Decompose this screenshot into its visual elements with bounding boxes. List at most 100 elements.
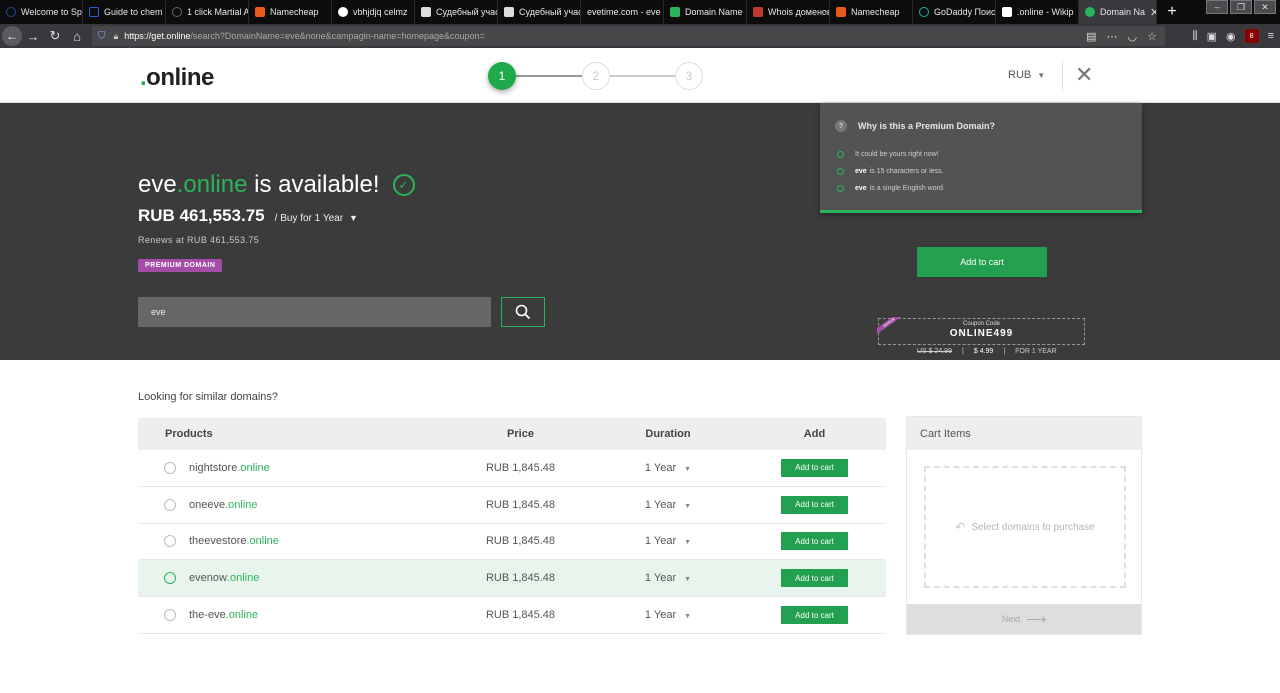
browser-tab-strip: Welcome to Sp Guide to chem 1 click Mart… <box>0 0 1280 24</box>
duration-select[interactable]: 1 Year ▼ <box>593 609 743 621</box>
caret-down-icon: ▼ <box>684 465 692 473</box>
row-add-to-cart-button[interactable]: Add to cart <box>781 532 848 551</box>
table-row[interactable]: nightstore .online RUB 1,845.48 1 Year ▼ A… <box>138 450 886 487</box>
browser-tab[interactable]: Domain Name <box>664 0 747 24</box>
tab-favicon-icon <box>504 7 514 17</box>
domain-search-input[interactable]: eve <box>138 297 491 327</box>
browser-tab[interactable]: vbhjdjq celmz <box>332 0 415 24</box>
cart-empty-text: Select domains to purchase <box>971 521 1095 533</box>
premium-price: RUB 461,553.75 / Buy for 1 Year ▼ <box>138 206 358 225</box>
table-header: Products Price Duration Add <box>138 418 886 450</box>
row-price: RUB 1,845.48 <box>485 461 556 474</box>
browser-tab[interactable]: Судебный учас <box>415 0 498 24</box>
browser-tab[interactable]: Whois доменов <box>747 0 830 24</box>
browser-tab-active[interactable]: Domain Na✕ <box>1079 0 1157 24</box>
duration-select[interactable]: 1 Year ▼ <box>593 499 743 511</box>
coupon-pricing: US $ 24.99 | $ 4.99 | FOR 1 YEAR <box>917 348 1057 355</box>
home-icon[interactable]: ⌂ <box>66 29 88 44</box>
url-bar[interactable]: ⛉ 🔒︎ https://get.online /search?DomainNa… <box>92 26 1165 46</box>
table-row[interactable]: theevestore .online RUB 1,845.48 1 Year ▼ … <box>138 524 886 561</box>
pocket-icon[interactable]: ◡ <box>1128 30 1138 43</box>
browser-tab[interactable]: Welcome to Sp <box>0 0 83 24</box>
caret-down-icon: ▼ <box>1037 71 1046 80</box>
window-controls: – ❐ ✕ <box>1206 0 1276 14</box>
select-radio[interactable] <box>164 461 176 474</box>
step-connector <box>610 75 675 77</box>
tab-favicon-icon <box>1002 7 1012 17</box>
account-icon[interactable]: ◉ <box>1226 30 1236 43</box>
caret-down-icon: ▼ <box>684 613 692 621</box>
cart-empty-area: ↶ Select domains to purchase <box>924 466 1126 588</box>
arrow-right-icon: ⟶ <box>1026 610 1047 627</box>
similar-domains-title: Looking for similar domains? <box>138 391 279 403</box>
duration-select[interactable]: 1 Year ▼ <box>593 462 743 474</box>
browser-tab[interactable]: 1 click Martial A <box>166 0 249 24</box>
browser-tab[interactable]: Судебный учас <box>498 0 581 24</box>
page-actions-icon[interactable]: ⋯ <box>1107 30 1118 43</box>
maximize-icon[interactable]: ❐ <box>1230 0 1252 14</box>
column-header-products: Products <box>165 428 213 440</box>
offer-ribbon: OFFER <box>877 317 903 335</box>
question-icon: ? <box>835 120 847 132</box>
reader-view-icon[interactable]: ▤ <box>1086 30 1096 43</box>
hero-section: eve .online is available! ✓ RUB 461,553.7… <box>0 103 1280 360</box>
forward-icon[interactable]: → <box>22 29 44 44</box>
menu-icon[interactable]: ≡ <box>1268 30 1274 42</box>
next-button[interactable]: Next ⟶ <box>907 604 1141 634</box>
new-tab-icon[interactable]: + <box>1157 3 1187 21</box>
select-radio[interactable] <box>164 498 176 511</box>
browser-tab[interactable]: Namecheap <box>249 0 332 24</box>
coupon-box[interactable]: OFFER Coupon Code ONLINE499 <box>877 317 1085 345</box>
row-add-to-cart-button[interactable]: Add to cart <box>781 569 848 588</box>
availability-headline: eve .online is available! ✓ <box>138 171 415 199</box>
column-header-price: Price <box>507 428 534 440</box>
select-radio[interactable] <box>164 535 176 548</box>
table-row[interactable]: oneeve .online RUB 1,845.48 1 Year ▼ Add t… <box>138 487 886 524</box>
add-to-cart-button[interactable]: Add to cart <box>917 247 1047 277</box>
browser-tab[interactable]: evetime.com - eve <box>581 0 664 24</box>
minimize-icon[interactable]: – <box>1206 0 1228 14</box>
reload-icon[interactable]: ↻ <box>44 28 66 44</box>
caret-down-icon: ▼ <box>684 576 692 584</box>
bookmark-star-icon[interactable]: ☆ <box>1147 30 1157 43</box>
premium-badge: PREMIUM DOMAIN <box>138 259 223 272</box>
table-row-hovered[interactable]: evenow .online RUB 1,845.48 1 Year ▼ Add t… <box>138 560 886 598</box>
premium-reason: eve is 15 characters or less. <box>837 168 944 175</box>
term-selector[interactable]: / Buy for 1 Year ▼ <box>275 213 358 224</box>
select-radio[interactable] <box>164 572 176 585</box>
premium-info-title: Why is this a Premium Domain? <box>858 121 996 131</box>
site-logo[interactable]: .online <box>140 64 214 92</box>
currency-selector[interactable]: RUB ▼ <box>1008 69 1045 81</box>
browser-tab[interactable]: GoDaddy Поис <box>913 0 996 24</box>
column-header-add: Add <box>803 428 826 440</box>
browser-tab[interactable]: Guide to chem <box>83 0 166 24</box>
row-add-to-cart-button[interactable]: Add to cart <box>781 458 848 477</box>
window-close-icon[interactable]: ✕ <box>1254 0 1276 14</box>
coupon-new-price: $ 4.99 <box>973 348 994 355</box>
tab-close-icon[interactable]: ✕ <box>1150 6 1156 19</box>
premium-info-box: ? Why is this a Premium Domain? It could … <box>820 103 1142 213</box>
browser-tab[interactable]: Namecheap <box>830 0 913 24</box>
column-header-duration: Duration <box>645 428 691 440</box>
table-row[interactable]: the-eve .online RUB 1,845.48 1 Year ▼ Add … <box>138 597 886 634</box>
duration-select[interactable]: 1 Year ▼ <box>593 572 743 584</box>
search-icon <box>515 304 531 320</box>
step-connector <box>516 75 582 77</box>
select-radio[interactable] <box>164 609 176 622</box>
back-icon[interactable]: ← <box>2 26 22 46</box>
row-price: RUB 1,845.48 <box>485 535 556 548</box>
row-price: RUB 1,845.48 <box>485 609 556 622</box>
browser-tab[interactable]: .online - Wikip <box>996 0 1079 24</box>
lock-icon: 🔒︎ <box>113 30 119 41</box>
coupon-term: FOR 1 YEAR <box>1015 348 1057 355</box>
row-add-to-cart-button[interactable]: Add to cart <box>781 495 848 514</box>
duration-select[interactable]: 1 Year ▼ <box>593 535 743 547</box>
sidebar-icon[interactable]: ▣ <box>1207 30 1217 43</box>
search-button[interactable] <box>501 297 545 327</box>
tab-favicon-icon <box>172 7 182 17</box>
row-add-to-cart-button[interactable]: Add to cart <box>781 606 848 625</box>
library-icon[interactable]: ⫼ <box>1193 30 1198 43</box>
ublock-icon[interactable]: 8 <box>1244 29 1259 43</box>
close-icon[interactable]: ✕ <box>1075 62 1093 88</box>
tab-favicon-icon <box>753 7 763 17</box>
